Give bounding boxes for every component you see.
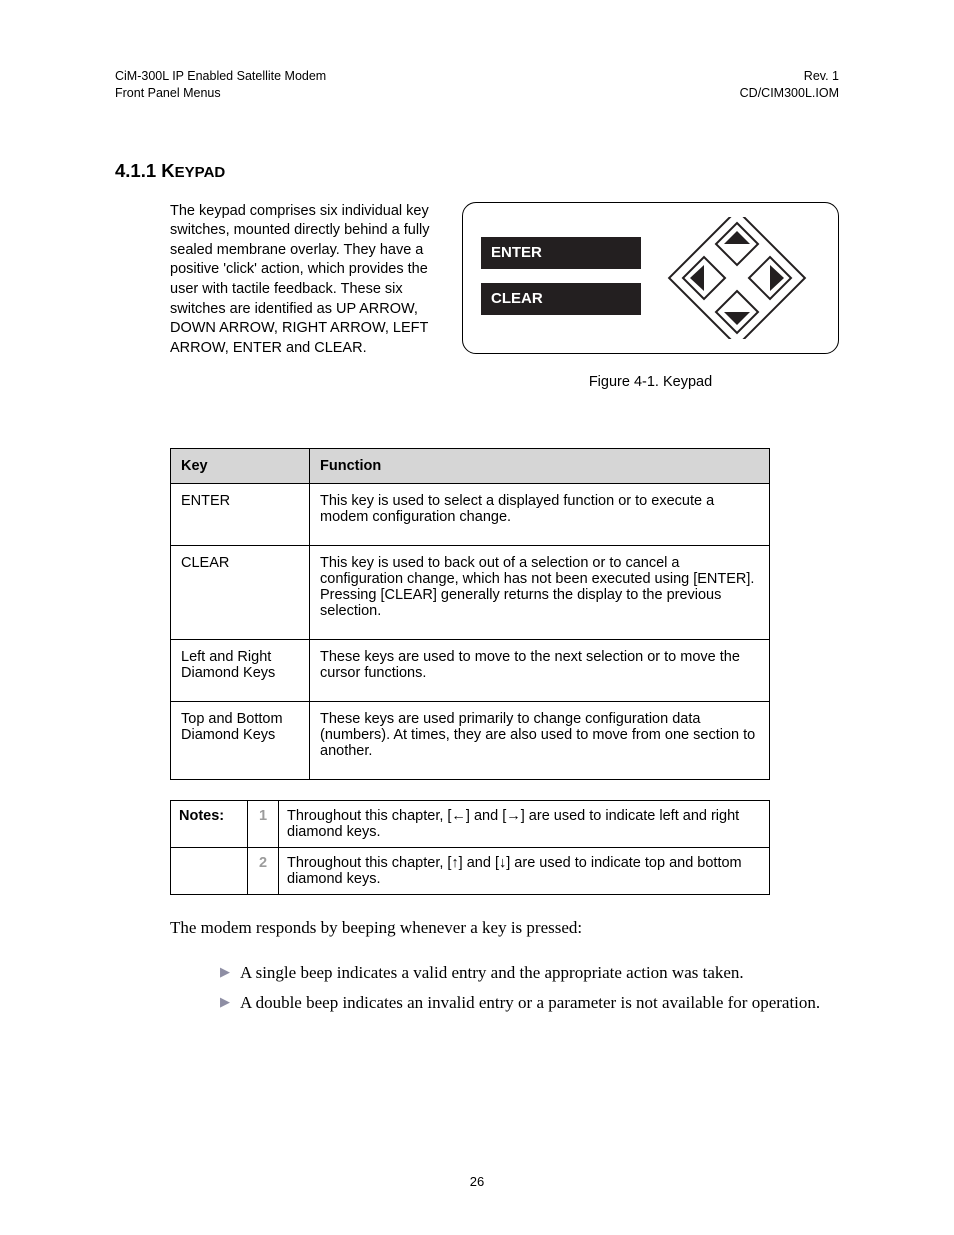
bullet-list: ▶ A single beep indicates a valid entry …	[220, 960, 839, 1017]
cell-func: These keys are used to move to the next …	[310, 639, 770, 701]
enter-key: ENTER	[481, 237, 641, 269]
body-paragraph: The modem responds by beeping whenever a…	[170, 917, 839, 940]
page-number: 26	[0, 1174, 954, 1189]
notes-label-empty	[171, 847, 248, 894]
note-number: 2	[248, 847, 279, 894]
cell-func: This key is used to back out of a select…	[310, 545, 770, 639]
intro-paragraph: The keypad comprises six individual key …	[170, 202, 438, 359]
diamond-keys-icon	[652, 217, 822, 339]
table-row: Top and Bottom Diamond Keys These keys a…	[171, 701, 770, 779]
header-left: CiM-300L IP Enabled Satellite Modem Fron…	[115, 68, 326, 102]
table-row: ENTER This key is used to select a displ…	[171, 483, 770, 545]
cell-key: CLEAR	[171, 545, 310, 639]
table-row: CLEAR This key is used to back out of a …	[171, 545, 770, 639]
bullet-text: A single beep indicates a valid entry an…	[240, 960, 744, 986]
table-row: Left and Right Diamond Keys These keys a…	[171, 639, 770, 701]
note-text: Throughout this chapter, [↑] and [↓] are…	[279, 847, 770, 894]
notes-label: Notes:	[171, 800, 248, 847]
cell-key: Left and Right Diamond Keys	[171, 639, 310, 701]
bullet-text: A double beep indicates an invalid entry…	[240, 990, 820, 1016]
cell-func: This key is used to select a displayed f…	[310, 483, 770, 545]
key-function-table: Key Function ENTER This key is used to s…	[170, 448, 770, 780]
keypad-box: ENTER CLEAR	[462, 202, 839, 354]
bullet-marker-icon: ▶	[220, 990, 230, 1016]
cell-key: Top and Bottom Diamond Keys	[171, 701, 310, 779]
cell-key: ENTER	[171, 483, 310, 545]
section-title-rest: EYPAD	[175, 164, 226, 181]
header-right: Rev. 1 CD/CIM300L.IOM	[740, 68, 839, 102]
page-header: CiM-300L IP Enabled Satellite Modem Fron…	[115, 68, 839, 102]
header-right-line2: CD/CIM300L.IOM	[740, 85, 839, 102]
header-right-line1: Rev. 1	[740, 68, 839, 85]
cell-func: These keys are used primarily to change …	[310, 701, 770, 779]
clear-key: CLEAR	[481, 283, 641, 315]
table-head-key: Key	[171, 448, 310, 483]
section-number: 4.1.1	[115, 160, 156, 181]
page: CiM-300L IP Enabled Satellite Modem Fron…	[0, 0, 954, 1235]
header-left-line2: Front Panel Menus	[115, 85, 326, 102]
keypad-figure: ENTER CLEAR	[462, 202, 839, 390]
list-item: ▶ A single beep indicates a valid entry …	[220, 960, 839, 986]
notes-table: Notes: 1 Throughout this chapter, [←] an…	[170, 800, 770, 895]
note-row: 2 Throughout this chapter, [↑] and [↓] a…	[171, 847, 770, 894]
intro-row: The keypad comprises six individual key …	[115, 202, 839, 390]
note-number: 1	[248, 800, 279, 847]
table-head-func: Function	[310, 448, 770, 483]
section-title-cap: K	[161, 160, 174, 181]
header-left-line1: CiM-300L IP Enabled Satellite Modem	[115, 68, 326, 85]
list-item: ▶ A double beep indicates an invalid ent…	[220, 990, 839, 1016]
section-heading: 4.1.1 KEYPAD	[115, 160, 839, 182]
note-text: Throughout this chapter, [←] and [→] are…	[279, 800, 770, 847]
bullet-marker-icon: ▶	[220, 960, 230, 986]
note-row: Notes: 1 Throughout this chapter, [←] an…	[171, 800, 770, 847]
figure-caption: Figure 4-1. Keypad	[462, 374, 839, 390]
